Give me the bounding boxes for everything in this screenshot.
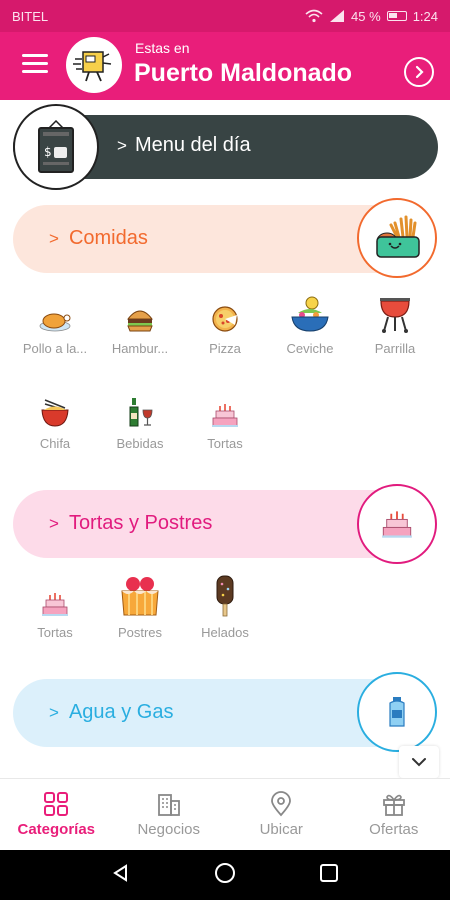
roast-chicken-icon	[12, 293, 98, 333]
collapse-toggle-button[interactable]	[399, 746, 439, 778]
status-icons: 45 % 1:24	[305, 9, 438, 24]
tab-label: Categorías	[17, 821, 96, 838]
pizza-icon	[182, 293, 268, 333]
subcategory-parrilla[interactable]: Parrilla	[352, 293, 438, 356]
ceviche-icon	[267, 293, 353, 333]
tab-ubicar[interactable]: Ubicar	[225, 779, 338, 850]
category-comidas-label: > Comidas	[49, 227, 148, 249]
subcategory-label: Chifa	[39, 436, 71, 451]
bottom-navigation: Categorías Negocios Ubicar Ofertas	[0, 778, 450, 850]
subcategory-label: Parrilla	[374, 341, 416, 356]
app-screen: BITEL 45 % 1:24 Estas en Puerto Maldonad…	[0, 0, 450, 900]
battery-icon	[386, 11, 407, 21]
drinks-icon	[97, 388, 183, 428]
subcategory-label: Tortas	[37, 625, 73, 640]
chevron-right-icon: >	[49, 703, 59, 722]
chevron-right-icon: >	[117, 136, 127, 155]
tab-categorias[interactable]: Categorías	[0, 779, 113, 850]
chevron-right-icon: >	[49, 514, 59, 533]
location-label: Estas en	[135, 40, 190, 56]
subcategory-label: Postres	[117, 625, 163, 640]
change-location-arrow-icon[interactable]	[404, 57, 434, 87]
menu-del-dia-banner[interactable]: $ > Menu del día	[13, 104, 438, 190]
subcategory-label: Bebidas	[116, 436, 164, 451]
subcategory-label: Tortas	[207, 436, 243, 451]
subcategory-helados[interactable]: Helados	[182, 575, 268, 640]
signal-icon	[330, 10, 345, 22]
dessert-icon	[97, 577, 183, 617]
subcategory-tortas-postres-tortas[interactable]: Tortas	[12, 577, 98, 640]
wifi-icon	[305, 9, 323, 23]
subcategory-ceviche[interactable]: Ceviche	[267, 293, 353, 356]
app-header: Estas en Puerto Maldonado	[0, 32, 450, 100]
tortas-cake-icon	[357, 484, 437, 564]
subcategory-chifa[interactable]: Chifa	[12, 388, 98, 451]
subcategory-pizza[interactable]: Pizza	[182, 293, 268, 356]
subcategory-pollo[interactable]: Pollo a la...	[12, 293, 98, 356]
home-icon[interactable]	[214, 862, 236, 889]
gift-icon	[382, 794, 405, 816]
buildings-icon	[157, 794, 180, 816]
back-icon[interactable]	[111, 863, 131, 888]
subcategory-label: Hambur...	[111, 341, 169, 356]
clock: 1:24	[412, 8, 438, 24]
system-navigation-bar	[0, 850, 450, 900]
ice-cream-icon	[182, 575, 268, 617]
svg-text:$: $	[44, 145, 52, 159]
cake-icon	[12, 577, 98, 617]
category-tortas-label: > Tortas y Postres	[49, 512, 213, 534]
grill-icon	[352, 293, 438, 333]
subcategory-label: Helados	[201, 625, 249, 640]
menu-del-dia-label: > Menu del día	[117, 134, 251, 156]
comidas-food-icon	[357, 198, 437, 278]
tab-label: Negocios	[137, 821, 201, 838]
carrier-label: BITEL	[12, 8, 49, 24]
noodles-icon	[12, 388, 98, 428]
cake-icon	[182, 388, 268, 428]
subcategory-hamburguesa[interactable]: Hambur...	[97, 293, 183, 356]
tab-label: Ubicar	[259, 821, 303, 838]
location-pin-icon	[271, 791, 292, 817]
location-city[interactable]: Puerto Maldonado	[134, 59, 352, 88]
category-agua-label: > Agua y Gas	[49, 701, 174, 723]
status-bar: BITEL 45 % 1:24	[0, 0, 450, 32]
subcategory-tortas[interactable]: Tortas	[182, 388, 268, 451]
subcategory-label: Pizza	[209, 341, 241, 356]
battery-percent: 45 %	[351, 8, 381, 24]
subcategory-postres[interactable]: Postres	[97, 577, 183, 640]
tab-label: Ofertas	[369, 821, 419, 838]
chevron-down-icon	[412, 758, 426, 767]
tab-ofertas[interactable]: Ofertas	[338, 779, 450, 850]
subcategory-label: Ceviche	[286, 341, 334, 356]
subcategory-bebidas[interactable]: Bebidas	[97, 388, 183, 451]
chevron-right-icon: >	[49, 229, 59, 248]
subcategory-label: Pollo a la...	[22, 341, 88, 356]
tab-negocios[interactable]: Negocios	[113, 779, 226, 850]
menu-hamburger-icon[interactable]	[22, 54, 48, 76]
water-bottle-icon	[357, 672, 437, 752]
recents-icon[interactable]	[319, 863, 339, 888]
burger-icon	[97, 293, 183, 333]
grid-icon	[44, 792, 69, 816]
delivery-logo-icon	[66, 37, 122, 93]
chalkboard-icon: $	[13, 104, 99, 190]
